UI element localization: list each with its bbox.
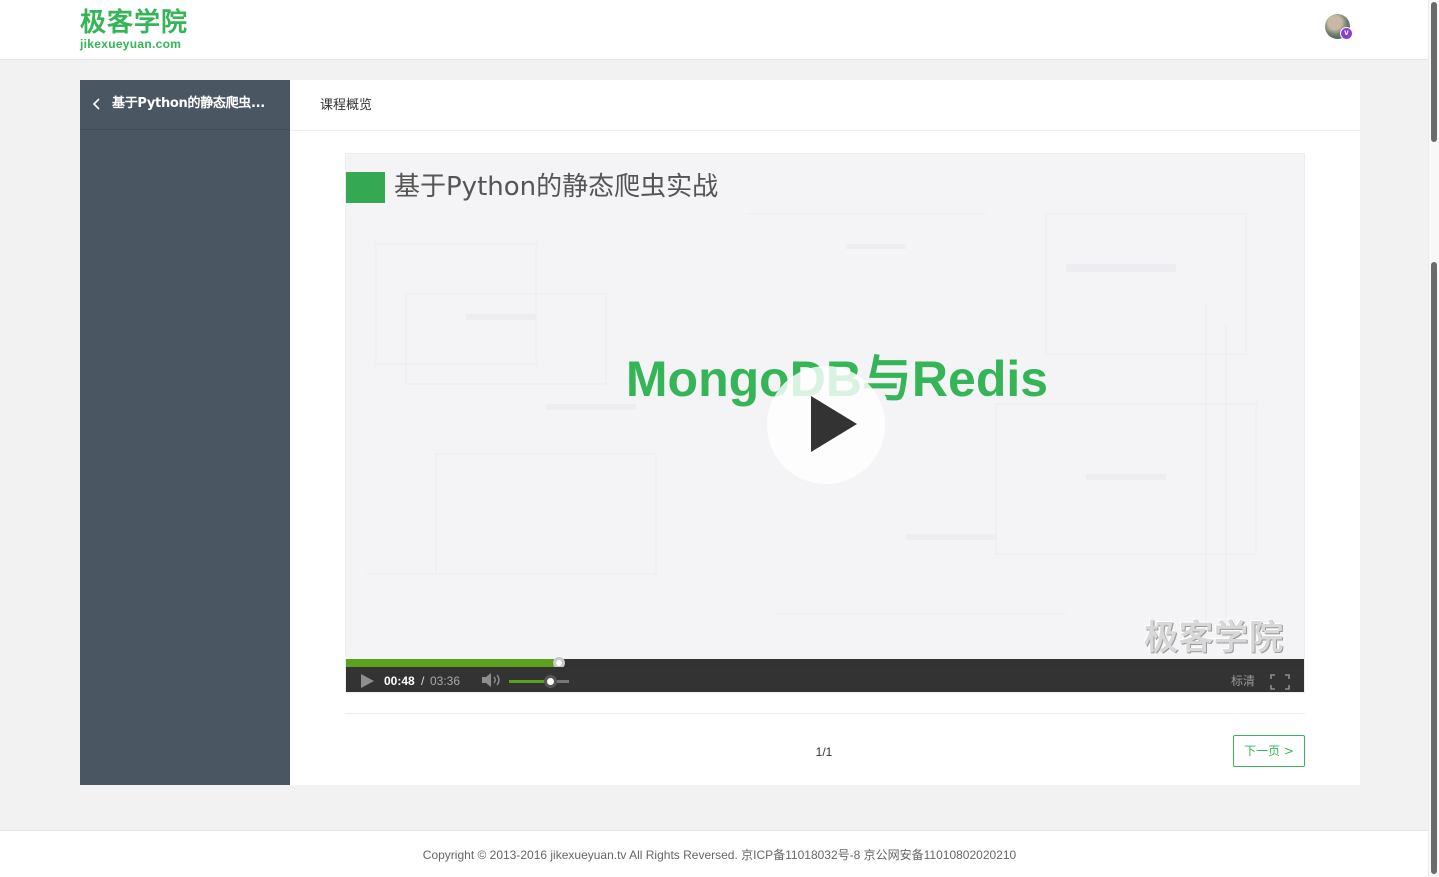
sidebar-back-link[interactable]: 基于Python的静态爬虫...: [80, 80, 290, 130]
big-play-button[interactable]: [767, 366, 885, 484]
current-time: 00:48: [384, 674, 415, 688]
scrollbar-thumb-top[interactable]: [1431, 2, 1437, 142]
content-divider: [345, 713, 1305, 714]
page-scrollbar[interactable]: [1428, 0, 1439, 877]
play-icon[interactable]: [360, 674, 374, 688]
progress-fill: [346, 659, 559, 667]
volume-icon[interactable]: [481, 672, 503, 688]
copyright-text: Copyright © 2013-2016 jikexueyuan.tv All…: [422, 848, 1017, 862]
fullscreen-icon[interactable]: [1270, 674, 1290, 690]
volume-slider[interactable]: [509, 675, 569, 688]
next-page-button[interactable]: 下一页 >: [1233, 735, 1305, 767]
panel-tabs: 课程概览: [290, 80, 1360, 131]
slide-title: 基于Python的静态爬虫实战: [394, 172, 719, 202]
volume-handle[interactable]: [543, 675, 557, 688]
total-time: 03:36: [430, 674, 461, 688]
tab-course-overview[interactable]: 课程概览: [320, 97, 372, 115]
chevron-left-icon: [92, 98, 100, 110]
page-footer: Copyright © 2013-2016 jikexueyuan.tv All…: [0, 830, 1428, 877]
page-indicator: 1/1: [815, 745, 833, 759]
quality-selector[interactable]: 标清: [1231, 673, 1255, 689]
slide-title-marker: [346, 172, 385, 203]
play-icon: [811, 396, 857, 452]
progress-bar[interactable]: [346, 657, 1304, 669]
sidebar-course-title: 基于Python的静态爬虫...: [112, 96, 265, 111]
logo-text-cn: 极客学院: [80, 8, 189, 38]
time-separator: /: [421, 674, 425, 688]
control-bar: 00:48 / 03:36 标清: [346, 667, 1304, 692]
top-header: 极客学院 jikexueyuan.com v: [0, 0, 1439, 60]
scrollbar-thumb[interactable]: [1431, 262, 1437, 874]
video-player[interactable]: 基于Python的静态爬虫实战 MongoDB与Redis 极客学院 00:48…: [345, 153, 1305, 693]
course-sidebar: 基于Python的静态爬虫...: [80, 80, 290, 785]
logo-text-en: jikexueyuan.com: [80, 37, 182, 51]
watermark-logo: 极客学院: [1144, 618, 1284, 658]
vip-badge: v: [1340, 27, 1353, 40]
site-logo[interactable]: 极客学院 jikexueyuan.com: [80, 8, 195, 52]
